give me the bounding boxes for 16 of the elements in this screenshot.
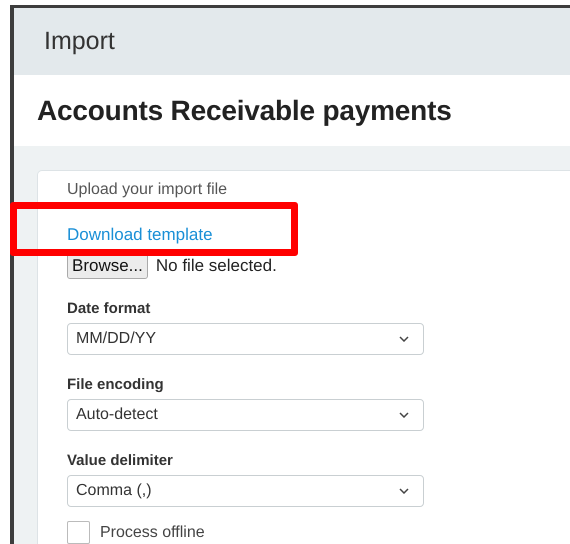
upload-label: Upload your import file xyxy=(67,181,228,200)
chevron-icon xyxy=(399,412,409,418)
dropdown[interactable]: Auto-detect xyxy=(67,399,424,431)
field-label: Value delimiter xyxy=(67,452,174,469)
checkbox[interactable] xyxy=(67,521,90,544)
header-title: Import xyxy=(44,27,115,56)
download-template-link[interactable]: Download template xyxy=(67,225,213,245)
dropdown[interactable]: Comma (,) xyxy=(67,475,424,507)
checkbox-label: Process offline xyxy=(100,524,205,542)
field-label: Date format xyxy=(67,300,152,317)
field-label: File encoding xyxy=(67,376,165,393)
file-status: No file selected. xyxy=(156,256,277,276)
page-title: Accounts Receivable payments xyxy=(37,94,452,126)
dropdown[interactable]: MM/DD/YY xyxy=(67,323,424,355)
chevron-icon xyxy=(399,488,409,494)
chevron-icon xyxy=(399,336,409,342)
